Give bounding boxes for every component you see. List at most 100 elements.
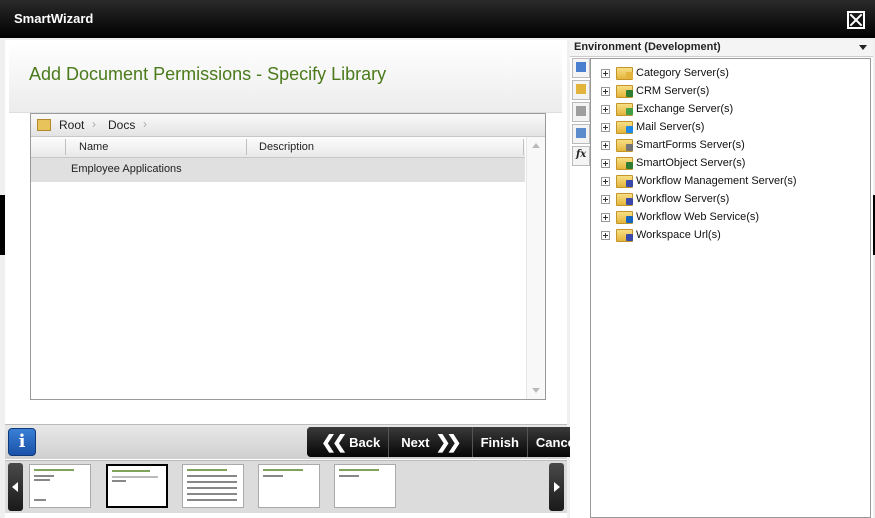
- vertical-scrollbar[interactable]: [526, 137, 545, 399]
- thumbnails-next-button[interactable]: [549, 463, 564, 511]
- expand-icon[interactable]: [601, 177, 610, 186]
- tree-item-label: Mail Server(s): [636, 121, 705, 133]
- tree-item[interactable]: SmartObject Server(s): [601, 155, 866, 173]
- objects-icon: [576, 84, 586, 94]
- column-description[interactable]: Description: [259, 141, 314, 153]
- server-type-icon: [626, 216, 633, 223]
- tree-item[interactable]: Workflow Server(s): [601, 191, 866, 209]
- arrow-right-icon: [554, 482, 560, 492]
- expand-icon[interactable]: [601, 141, 610, 150]
- thumbnails-prev-button[interactable]: [8, 463, 23, 511]
- thumb-title-line: [112, 470, 150, 472]
- server-type-icon: [626, 90, 633, 97]
- thumbnail-page-5[interactable]: [334, 464, 396, 508]
- thumb-line: [187, 499, 237, 501]
- next-button[interactable]: Next ❯❯: [389, 427, 473, 457]
- row-name: Employee Applications: [71, 163, 182, 175]
- expand-icon[interactable]: [601, 213, 610, 222]
- server-type-icon: [626, 180, 633, 187]
- tree-item[interactable]: Exchange Server(s): [601, 101, 866, 119]
- thumb-line: [263, 475, 283, 477]
- double-chevron-left-icon: ❮❮: [321, 431, 347, 452]
- back-button[interactable]: ❮❮ Back: [307, 427, 390, 457]
- chevron-down-icon[interactable]: [859, 45, 867, 50]
- tree-item[interactable]: Workflow Web Service(s): [601, 209, 866, 227]
- tree-item-label: CRM Server(s): [636, 85, 710, 97]
- library-browser: Root › Docs › Name Description Employee …: [30, 113, 546, 400]
- expand-icon[interactable]: [601, 105, 610, 114]
- wizard-nav-bar: i ❮❮ Back Next ❯❯ Finish Cancel: [5, 424, 587, 459]
- tree-item-label: Workflow Web Service(s): [636, 211, 760, 223]
- tree-item-label: Category Server(s): [636, 67, 729, 79]
- breadcrumb-root[interactable]: Root: [59, 118, 84, 132]
- close-icon[interactable]: [847, 11, 865, 29]
- thumb-line: [112, 476, 158, 478]
- arrow-left-icon: [12, 482, 18, 492]
- tool-environment[interactable]: [572, 58, 590, 78]
- thumb-title-line: [339, 469, 379, 471]
- server-type-icon: [626, 144, 633, 151]
- column-divider: [523, 139, 524, 155]
- scroll-up-icon[interactable]: [532, 143, 540, 148]
- tree-item-label: Workflow Management Server(s): [636, 175, 797, 187]
- info-icon[interactable]: i: [8, 428, 36, 456]
- server-type-icon: [626, 126, 633, 133]
- tree-item[interactable]: Workspace Url(s): [601, 227, 866, 245]
- tool-context[interactable]: [572, 124, 590, 144]
- tree-item-label: Workflow Server(s): [636, 193, 730, 205]
- tool-functions[interactable]: fx: [572, 146, 590, 166]
- expand-icon[interactable]: [601, 123, 610, 132]
- tree-item[interactable]: CRM Server(s): [601, 83, 866, 101]
- finish-button[interactable]: Finish: [472, 427, 528, 457]
- thumbnail-page-4[interactable]: [258, 464, 320, 508]
- breadcrumb-docs[interactable]: Docs: [108, 118, 135, 132]
- panel-tool-strip: fx: [572, 58, 590, 168]
- tree-item[interactable]: SmartForms Server(s): [601, 137, 866, 155]
- thumb-line: [187, 475, 237, 477]
- thumbnail-page-2[interactable]: [106, 464, 168, 508]
- server-type-icon: [626, 234, 633, 241]
- thumb-line: [34, 499, 46, 501]
- tool-references[interactable]: [572, 102, 590, 122]
- thumbnail-page-3[interactable]: [182, 464, 244, 508]
- scroll-down-icon[interactable]: [532, 388, 540, 393]
- environment-icon: [576, 62, 586, 72]
- wizard-header: Add Document Permissions - Specify Libra…: [9, 42, 562, 113]
- finish-label: Finish: [480, 434, 519, 450]
- server-type-icon: [626, 198, 633, 205]
- tree-item-label: SmartForms Server(s): [636, 139, 745, 151]
- column-divider: [246, 139, 247, 155]
- tree-item-label: Workspace Url(s): [636, 229, 721, 241]
- expand-icon[interactable]: [601, 87, 610, 96]
- wizard-buttons: ❮❮ Back Next ❯❯ Finish Cancel: [307, 427, 587, 457]
- column-divider: [65, 139, 66, 155]
- environment-selector[interactable]: Environment (Development): [570, 40, 873, 57]
- tree-item[interactable]: Workflow Management Server(s): [601, 173, 866, 191]
- expand-icon[interactable]: [601, 69, 610, 78]
- expand-icon[interactable]: [601, 195, 610, 204]
- tree-item[interactable]: Mail Server(s): [601, 119, 866, 137]
- column-header: Name Description: [31, 137, 525, 158]
- breadcrumb-separator-icon: ›: [92, 117, 96, 131]
- column-name[interactable]: Name: [79, 141, 108, 153]
- thumbnail-page-1[interactable]: [29, 464, 91, 508]
- thumb-line: [187, 487, 237, 489]
- tree-item[interactable]: Category Server(s): [601, 65, 866, 83]
- expand-icon[interactable]: [601, 159, 610, 168]
- table-row[interactable]: Employee Applications: [31, 158, 525, 182]
- thumb-line: [339, 475, 359, 477]
- back-label: Back: [349, 434, 381, 450]
- thumb-line: [34, 479, 50, 481]
- environment-tree: Category Server(s) CRM Server(s) Exchange …: [590, 58, 871, 518]
- environment-label: Environment (Development): [574, 41, 721, 53]
- thumb-title-line: [34, 469, 74, 471]
- tree-item-label: Exchange Server(s): [636, 103, 734, 115]
- window-title: SmartWizard: [14, 11, 94, 26]
- server-type-icon: [626, 108, 633, 115]
- thumb-line: [34, 475, 54, 477]
- server-type-icon: [626, 162, 633, 169]
- expand-icon[interactable]: [601, 231, 610, 240]
- tool-objects[interactable]: [572, 80, 590, 100]
- folder-up-icon[interactable]: [37, 119, 51, 131]
- thumb-title-line: [263, 469, 303, 471]
